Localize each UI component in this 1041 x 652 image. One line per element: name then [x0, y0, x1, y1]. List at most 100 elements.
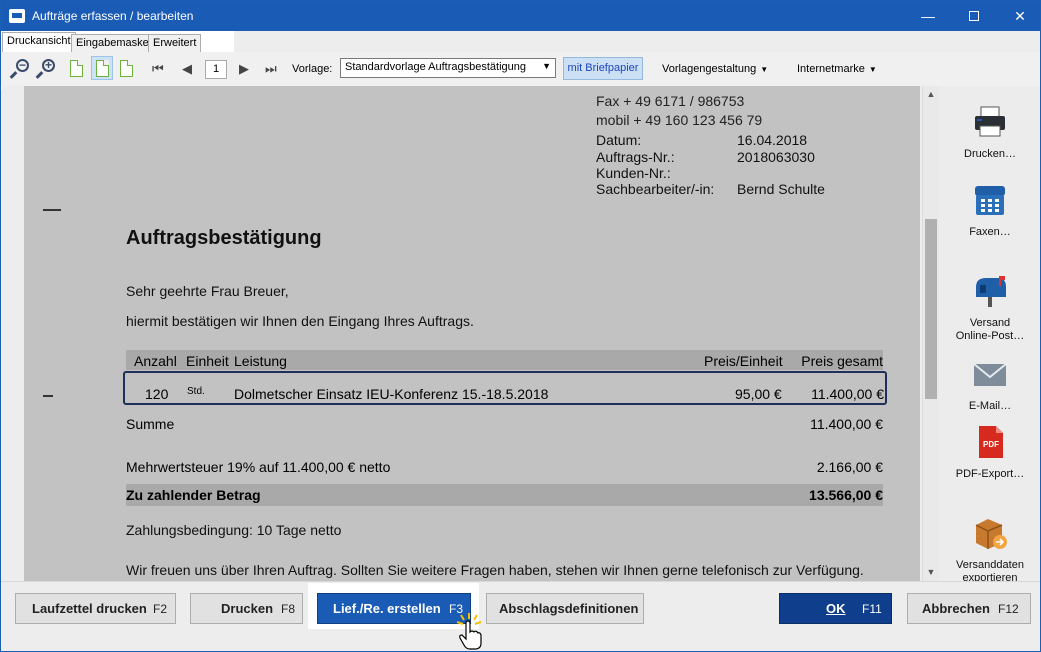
last-page-icon[interactable]: ⏭ — [265, 61, 277, 77]
internetmarke-menu[interactable]: Internetmarke ▼ — [797, 63, 877, 75]
action-side-panel: Drucken… Faxen… Versand Online-Post… E-M… — [940, 86, 1040, 584]
total-row: Zu zahlender Betrag 13.566,00 € — [126, 484, 883, 506]
th-preis-einheit: Preis/Einheit — [704, 353, 783, 369]
abbrechen-key: F12 — [998, 602, 1019, 616]
laufzettel-drucken-button[interactable]: Laufzettel drucken F2 — [15, 593, 176, 624]
side-email-label: E-Mail… — [968, 400, 1012, 412]
abbrechen-button[interactable]: Abbrechen F12 — [907, 593, 1031, 624]
lief-re-label: Lief./Re. erstellen — [333, 601, 441, 616]
vertical-scrollbar[interactable]: ▲ ▼ — [922, 86, 939, 581]
meta-auftragsnr-label: Auftrags-Nr.: — [596, 149, 675, 165]
page-width-selected[interactable] — [91, 56, 113, 80]
side-pdf[interactable]: PDF PDF-Export… — [940, 424, 1040, 481]
tab-erweitert[interactable]: Erweitert — [148, 34, 202, 52]
scroll-down-icon[interactable]: ▼ — [923, 564, 939, 581]
table-row[interactable]: 120 Std. Dolmetscher Einsatz IEU-Konfere… — [123, 371, 887, 405]
meta-datum-value: 16.04.2018 — [737, 132, 808, 148]
laufzettel-key: F2 — [153, 602, 168, 616]
summe-value: 11.400,00 € — [810, 416, 883, 432]
meta-kundennr-label: Kunden-Nr.: — [596, 165, 671, 181]
minimize-button[interactable]: — — [905, 1, 951, 31]
order-window: Aufträge erfassen / bearbeiten — ✕ Druck… — [0, 0, 1041, 652]
page-number-input[interactable]: 1 — [205, 60, 227, 79]
summe-label: Summe — [126, 416, 175, 432]
envelope-icon — [973, 363, 1007, 386]
app-icon — [9, 9, 25, 23]
side-faxen-label: Faxen… — [969, 226, 1011, 238]
side-email[interactable]: E-Mail… — [940, 356, 1040, 413]
drucken-label: Drucken — [221, 601, 274, 616]
tab-eingabemaske[interactable]: Eingabemaske — [71, 34, 154, 52]
header-mobil: mobil + 49 160 123 456 79 — [596, 112, 763, 128]
ok-button[interactable]: OK F11 — [779, 593, 892, 624]
close-button[interactable]: ✕ — [997, 1, 1041, 31]
intro-text: hiermit bestätigen wir Ihnen den Eingang… — [126, 313, 474, 329]
meta-auftragsnr-value: 2018063030 — [737, 149, 815, 165]
dropdown-arrow-icon: ▼ — [868, 65, 877, 74]
scroll-up-icon[interactable]: ▲ — [923, 86, 939, 103]
payment-terms: Zahlungsbedingung: 10 Tage netto — [126, 522, 342, 538]
side-online-post-label: Versand Online-Post… — [955, 317, 1025, 342]
svg-text:PDF: PDF — [983, 440, 999, 449]
td-einheit: Std. — [187, 386, 205, 397]
side-online-post[interactable]: Versand Online-Post… — [940, 260, 1040, 356]
pdf-icon: PDF — [979, 426, 1003, 458]
whole-page-icon[interactable] — [120, 60, 133, 77]
th-preis-gesamt: Preis gesamt — [801, 353, 883, 369]
total-value: 13.566,00 € — [809, 487, 883, 503]
fold-mark — [43, 209, 61, 211]
toolbar: − + ⏮ ◀ 1 ▶ ⏭ Vorlage: Standardvorlage A… — [1, 52, 1040, 86]
header-fax: Fax + 49 6171 / 986753 — [596, 93, 745, 109]
mwst-row: Mehrwertsteuer 19% auf 11.400,00 € netto… — [126, 459, 883, 477]
title-bar[interactable]: Aufträge erfassen / bearbeiten — ✕ — [1, 1, 1040, 31]
closing-text: Wir freuen uns über Ihren Auftrag. Sollt… — [126, 562, 864, 578]
td-anzahl: 120 — [145, 386, 169, 402]
zoom-out-icon[interactable]: − — [9, 58, 30, 80]
table-header: Anzahl Einheit Leistung Preis/Einheit Pr… — [126, 350, 883, 370]
single-page-icon[interactable] — [70, 60, 83, 77]
td-preis-gesamt: 11.400,00 € — [811, 386, 884, 402]
printer-icon — [975, 106, 1005, 137]
side-drucken-label: Drucken… — [964, 148, 1016, 160]
page-width-icon — [96, 60, 109, 77]
scroll-thumb[interactable] — [925, 219, 937, 399]
side-pdf-label: PDF-Export… — [955, 468, 1025, 480]
abbrechen-label: Abbrechen — [922, 601, 990, 616]
maximize-icon — [969, 11, 979, 22]
tab-druckansicht[interactable]: Druckansicht — [2, 32, 76, 52]
window-title: Aufträge erfassen / bearbeiten — [32, 9, 194, 23]
ok-key: F11 — [862, 602, 882, 616]
package-export-icon — [975, 519, 1007, 549]
briefpapier-toggle[interactable]: mit Briefpapier — [563, 57, 643, 80]
td-leistung: Dolmetscher Einsatz IEU-Konferenz 15.-18… — [234, 386, 549, 402]
vorlagengestaltung-menu[interactable]: Vorlagengestaltung ▼ — [662, 63, 768, 75]
tab-bar: Druckansicht Eingabemaske Erweitert — [1, 32, 1040, 52]
summe-row: Summe 11.400,00 € — [126, 416, 883, 434]
next-page-icon[interactable]: ▶ — [239, 61, 249, 77]
th-anzahl: Anzahl — [134, 353, 177, 369]
punch-mark — [43, 395, 53, 397]
vorlage-select[interactable]: Standardvorlage Auftragsbestätigung ▼ — [340, 58, 556, 78]
prev-page-icon[interactable]: ◀ — [182, 61, 192, 77]
vorlagengestaltung-label: Vorlagengestaltung — [662, 63, 757, 75]
drucken-button[interactable]: Drucken F8 — [190, 593, 303, 624]
meta-sachbearbeiter-value: Bernd Schulte — [737, 181, 825, 197]
meta-sachbearbeiter-label: Sachbearbeiter/-in: — [596, 181, 715, 197]
drucken-key: F8 — [281, 602, 296, 616]
abschlagsdefinitionen-button[interactable]: Abschlagsdefinitionen — [486, 593, 644, 624]
document-title: Auftragsbestätigung — [126, 227, 322, 249]
vorlage-label: Vorlage: — [292, 63, 333, 75]
td-preis-einheit: 95,00 € — [735, 386, 782, 402]
th-einheit: Einheit — [186, 353, 229, 369]
first-page-icon[interactable]: ⏮ — [152, 61, 164, 77]
abschlag-label: Abschlagsdefinitionen — [499, 601, 639, 616]
zoom-in-icon[interactable]: + — [35, 58, 56, 80]
dropdown-arrow-icon: ▼ — [760, 65, 769, 74]
maximize-button[interactable] — [951, 1, 997, 31]
lief-re-erstellen-button[interactable]: Lief./Re. erstellen F3 — [317, 593, 471, 624]
side-faxen[interactable]: Faxen… — [940, 182, 1040, 239]
side-drucken[interactable]: Drucken… — [940, 104, 1040, 161]
th-leistung: Leistung — [234, 353, 287, 369]
ok-label: OK — [826, 601, 846, 616]
hand-cursor-icon — [456, 613, 482, 650]
